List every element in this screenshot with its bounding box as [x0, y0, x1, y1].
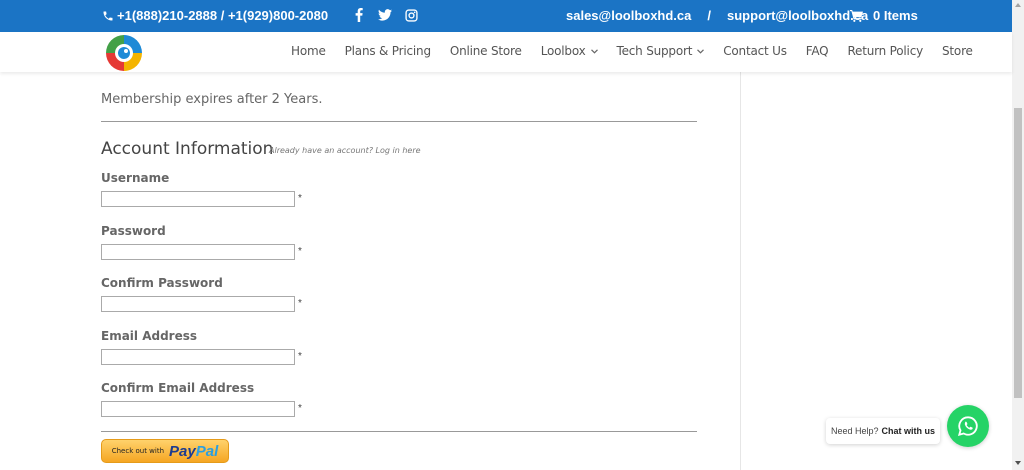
- email-label: Email Address: [101, 329, 198, 343]
- nav-label: Store: [942, 44, 973, 58]
- twitter-icon[interactable]: [378, 7, 392, 23]
- support-email-link[interactable]: support@loolboxhd.ca: [727, 8, 868, 23]
- password-input[interactable]: [101, 244, 295, 260]
- nav-store[interactable]: Store: [942, 44, 973, 58]
- required-marker: *: [298, 403, 302, 414]
- nav-contact-us[interactable]: Contact Us: [723, 44, 787, 58]
- chat-prompt-bubble[interactable]: Need Help? Chat with us: [826, 418, 940, 444]
- username-input[interactable]: [101, 191, 295, 207]
- membership-expiry-text: Membership expires after 2 Years.: [101, 92, 323, 107]
- nav-return-policy[interactable]: Return Policy: [847, 44, 923, 58]
- nav-label: Plans & Pricing: [344, 44, 431, 58]
- confirm-email-input[interactable]: [101, 401, 295, 417]
- sales-email-link[interactable]: sales@loolboxhd.ca: [566, 8, 691, 23]
- chevron-down-icon: [590, 48, 598, 54]
- nav-label: Return Policy: [847, 44, 923, 58]
- chat-cta: Chat with us: [881, 426, 936, 436]
- top-bar: +1(888)210-2888 / +1(929)800-2080 sales@…: [0, 0, 1012, 32]
- phone-text: +1(888)210-2888 / +1(929)800-2080: [117, 8, 329, 23]
- paypal-checkout-text: Check out with: [111, 447, 165, 455]
- nav-home[interactable]: Home: [291, 44, 326, 58]
- nav-plans-pricing[interactable]: Plans & Pricing: [345, 44, 431, 58]
- instagram-icon[interactable]: [404, 7, 418, 23]
- site-header: Home Plans & Pricing Online Store Loolbo…: [0, 32, 1012, 72]
- nav-label: FAQ: [805, 44, 829, 58]
- nav-label: Online Store: [449, 44, 522, 58]
- whatsapp-icon: [957, 416, 978, 437]
- nav-loolbox[interactable]: Loolbox: [541, 44, 598, 58]
- required-marker: *: [298, 298, 302, 309]
- site-logo[interactable]: [104, 33, 144, 73]
- nav-tech-support[interactable]: Tech Support: [617, 44, 705, 58]
- nav-faq[interactable]: FAQ: [806, 44, 829, 58]
- password-label: Password: [101, 224, 166, 238]
- paypal-checkout-button[interactable]: Check out with PayPal: [101, 439, 229, 463]
- nav-label: Contact Us: [723, 44, 787, 58]
- divider: [101, 431, 697, 432]
- cart-count: 0 Items: [873, 8, 918, 23]
- required-marker: *: [298, 351, 302, 362]
- page-scrollbar[interactable]: [1012, 0, 1024, 470]
- social-links: [352, 7, 418, 23]
- facebook-icon[interactable]: [352, 7, 366, 23]
- email-input[interactable]: [101, 349, 295, 365]
- scrollbar-thumb[interactable]: [1014, 108, 1022, 398]
- username-label: Username: [101, 171, 170, 185]
- nav-online-store[interactable]: Online Store: [450, 44, 522, 58]
- paypal-logo: PayPal: [169, 443, 218, 460]
- confirm-password-label: Confirm Password: [101, 276, 223, 290]
- chat-prefix: Need Help?: [830, 426, 879, 436]
- cart-icon: [850, 9, 863, 22]
- phone-contact[interactable]: +1(888)210-2888 / +1(929)800-2080: [102, 8, 328, 23]
- phone-icon: [103, 11, 113, 20]
- required-marker: *: [298, 246, 302, 257]
- whatsapp-chat-button[interactable]: [947, 405, 989, 447]
- nav-label: Loolbox: [540, 44, 586, 58]
- emails: sales@loolboxhd.ca / support@loolboxhd.c…: [566, 8, 868, 23]
- chevron-down-icon: [697, 48, 705, 54]
- paypal-logo-pal: Pal: [195, 442, 219, 460]
- main-nav: Home Plans & Pricing Online Store Loolbo…: [291, 44, 973, 58]
- divider: [101, 121, 697, 122]
- confirm-email-label: Confirm Email Address: [101, 381, 255, 395]
- sidebar-divider: [740, 72, 741, 470]
- scroll-down-icon[interactable]: [1015, 461, 1021, 465]
- nav-label: Tech Support: [616, 44, 693, 58]
- email-separator: /: [707, 8, 712, 23]
- account-info-heading: Account Information: [101, 139, 274, 159]
- login-link[interactable]: Already have an account? Log in here: [269, 146, 421, 155]
- paypal-logo-pay: Pay: [169, 442, 196, 460]
- confirm-password-input[interactable]: [101, 296, 295, 312]
- cart-link[interactable]: 0 Items: [850, 8, 918, 23]
- required-marker: *: [298, 193, 302, 204]
- nav-label: Home: [291, 44, 326, 58]
- scroll-up-icon[interactable]: [1015, 3, 1021, 7]
